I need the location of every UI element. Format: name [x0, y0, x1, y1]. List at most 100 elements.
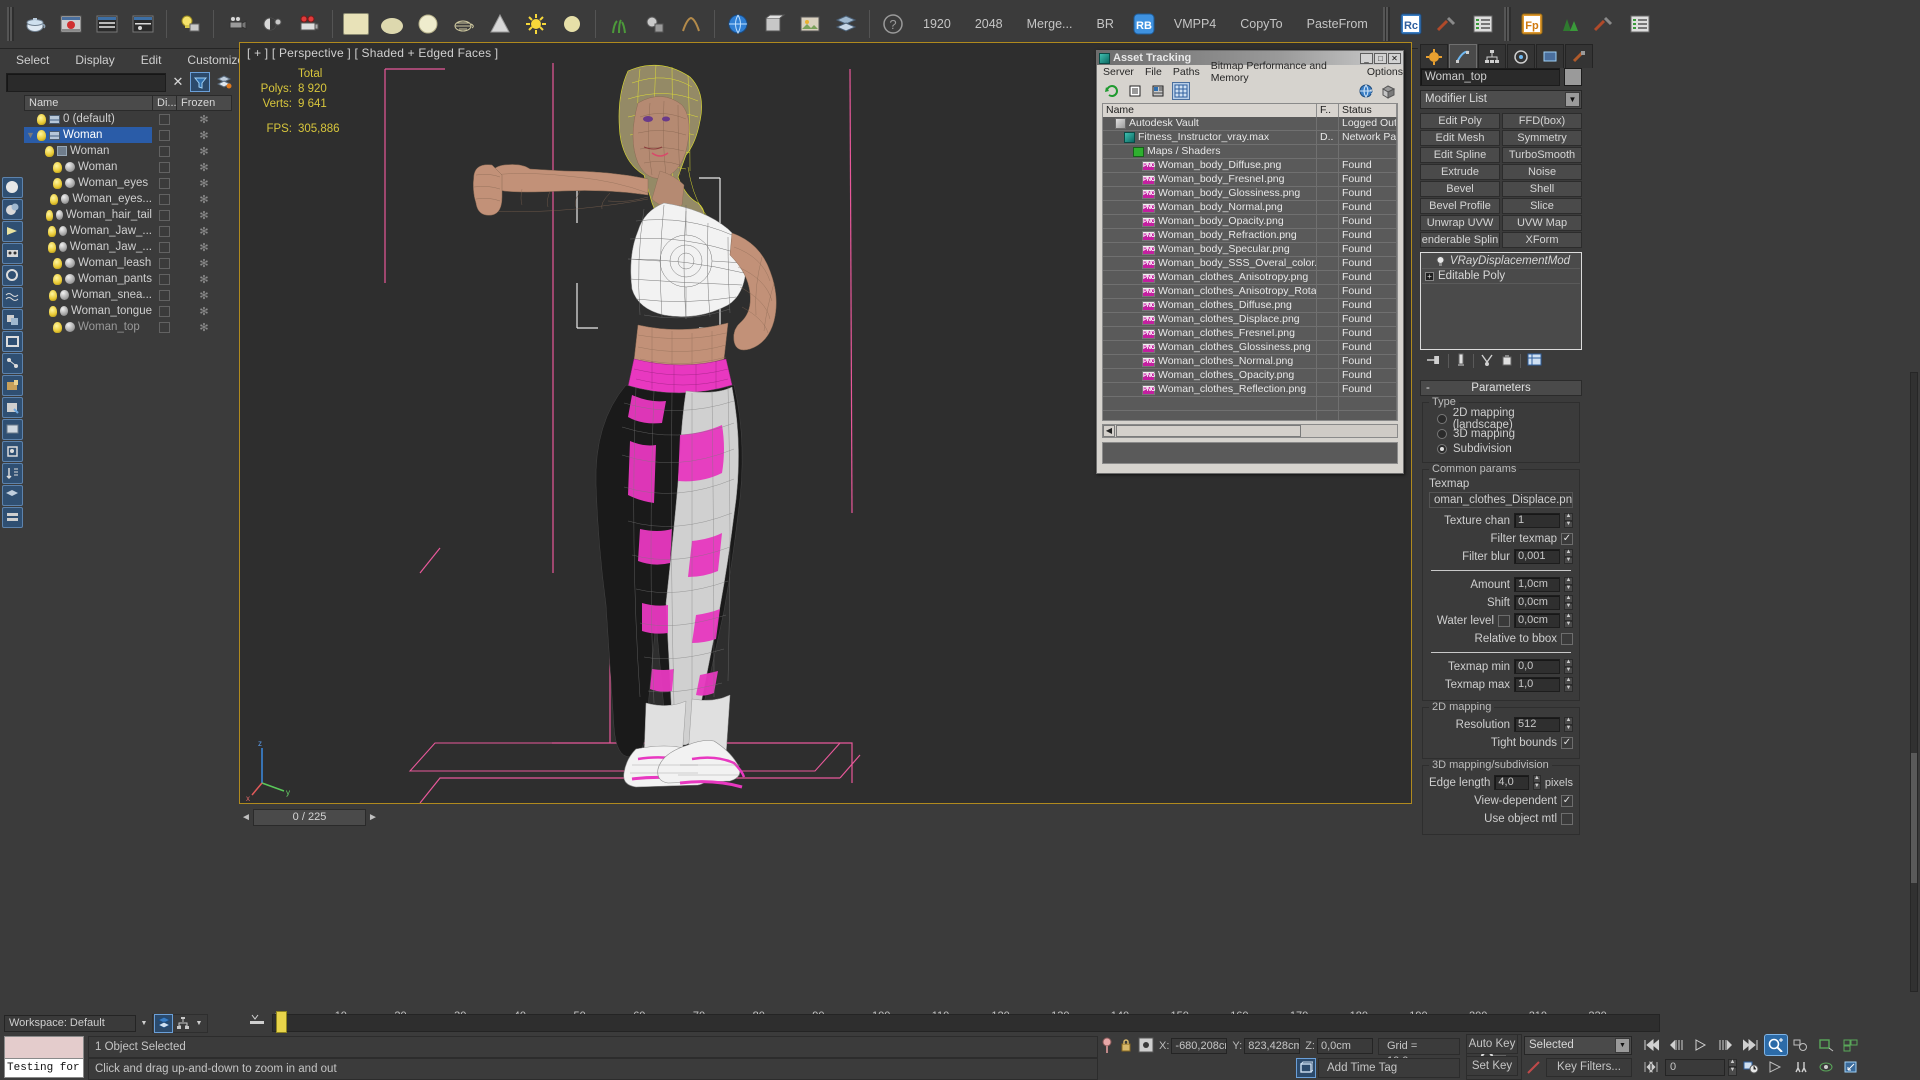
maximize-viewport-icon[interactable] [1840, 1057, 1862, 1077]
menu-customize[interactable]: Customize [187, 53, 244, 67]
water-level-spinner[interactable]: ▲ ▼ [1564, 613, 1573, 628]
modifier-button-symmetry[interactable]: Symmetry [1502, 130, 1582, 146]
absolute-relative-mode-icon[interactable] [1138, 1037, 1154, 1056]
object-color-swatch[interactable] [1564, 68, 1582, 86]
chevron-down-icon[interactable]: ▼ [1615, 1038, 1630, 1053]
teapot-mesh-icon[interactable] [447, 7, 481, 41]
display-cell[interactable] [152, 159, 176, 175]
light-bulb-icon[interactable] [53, 177, 62, 189]
asset-column-name[interactable]: Name [1103, 104, 1317, 117]
workspace-chevron-down-icon[interactable]: ▼ [138, 1015, 150, 1032]
asset-row-8[interactable]: PNG Woman_body_Refraction.png Found [1103, 229, 1397, 243]
remove-modifier-icon[interactable] [1500, 353, 1514, 370]
expand-plus-icon[interactable]: + [1425, 271, 1434, 281]
render-region-icon[interactable] [638, 7, 672, 41]
earth-render-icon[interactable] [721, 7, 755, 41]
stack-item-vraydisplacement[interactable]: VRayDisplacementMod [1422, 254, 1580, 269]
box-shade-icon[interactable] [757, 7, 791, 41]
column-display[interactable]: Di... [152, 95, 177, 111]
time-slider[interactable]: 0 / 225 [253, 808, 366, 826]
maxscript-listener[interactable]: Testing for ; [4, 1036, 84, 1078]
layer-tools-chevron-icon[interactable]: ▼ [193, 1015, 205, 1032]
shift-spinner[interactable]: ▲ ▼ [1564, 595, 1573, 610]
close-button[interactable]: ✕ [1388, 52, 1401, 64]
modifier-button-xform[interactable]: XForm [1502, 232, 1582, 248]
frozen-cell[interactable]: ✻ [176, 255, 232, 271]
trees-icon[interactable] [1551, 7, 1585, 41]
x-input[interactable]: -680,208cm [1171, 1038, 1228, 1054]
asset-column-status[interactable]: Status [1339, 104, 1397, 117]
layers-icon[interactable] [829, 7, 863, 41]
scene-explorer-list[interactable]: 0 (default) ✻ ▼ Woman ✻ Woman ✻ Woman ✻ Woman_eye… [24, 111, 232, 335]
menu-display[interactable]: Display [75, 53, 114, 67]
scene-row-0[interactable]: 0 (default) ✻ [24, 111, 232, 127]
asset-tracking-grid[interactable]: Name F.. Status Autodesk Vault Logged Out… [1102, 103, 1398, 421]
wrench-hammer-icon-2[interactable] [1587, 7, 1621, 41]
modifier-button-enderable-splin[interactable]: enderable Splin [1420, 232, 1500, 248]
display-cell[interactable] [152, 287, 176, 303]
toolbar-grip-3[interactable] [1503, 7, 1511, 41]
cone-icon[interactable] [483, 7, 517, 41]
maxscript-output-pane[interactable] [4, 1036, 84, 1058]
teapot-icon[interactable] [18, 7, 52, 41]
toolbar-label-vmpp4[interactable]: VMPP4 [1162, 7, 1228, 41]
set-key-toggle-icon[interactable] [1524, 1058, 1544, 1077]
texmap-max-input[interactable]: 1,0 [1514, 677, 1560, 692]
current-frame-spinner[interactable]: ▲ ▼ [1728, 1058, 1737, 1076]
frozen-cell[interactable]: ✻ [176, 159, 232, 175]
toolbar-label-pastefrom[interactable]: PasteFrom [1295, 7, 1380, 41]
display-cell[interactable] [152, 143, 176, 159]
select-by-name-icon[interactable] [2, 199, 23, 220]
asset-row-3[interactable]: PNG Woman_body_Diffuse.png Found [1103, 159, 1397, 173]
maximize-button[interactable]: □ [1374, 52, 1387, 64]
orbit-view-icon[interactable] [1815, 1057, 1837, 1077]
amount-input[interactable]: 1,0cm [1514, 577, 1560, 592]
minimize-button[interactable]: _ [1360, 52, 1373, 64]
next-frame-icon[interactable] [1715, 1035, 1737, 1055]
frozen-cell[interactable]: ✻ [176, 303, 232, 319]
pin-stack-icon[interactable] [1426, 353, 1442, 370]
resolution-spinner[interactable]: ▲ ▼ [1564, 717, 1573, 732]
asset-row-17[interactable]: PNG Woman_clothes_Normal.png Found [1103, 355, 1397, 369]
filter-blur-input[interactable]: 0,001 [1514, 549, 1560, 564]
frozen-cell[interactable]: ✻ [176, 127, 232, 143]
motion-tab[interactable] [1507, 44, 1535, 68]
frozen-cell[interactable]: ✻ [176, 319, 232, 335]
select-isolate-icon[interactable] [2, 441, 23, 462]
scene-row-12[interactable]: Woman_tongue ✻ [24, 303, 232, 319]
scene-row-13[interactable]: Woman_top ✻ [24, 319, 232, 335]
light-bulb-icon[interactable] [37, 129, 46, 141]
scene-row-9[interactable]: Woman_leash ✻ [24, 255, 232, 271]
search-input[interactable] [6, 72, 166, 92]
grid-view-icon[interactable] [1172, 82, 1190, 100]
light-bulb-icon[interactable] [49, 305, 57, 317]
light-bulb-icon[interactable] [53, 273, 62, 285]
filter-icon[interactable] [190, 72, 210, 92]
help-icon[interactable]: ? [876, 7, 910, 41]
show-end-result-icon[interactable] [1455, 353, 1467, 370]
light-bulb-icon[interactable] [53, 321, 62, 333]
column-frozen[interactable]: Frozen [176, 95, 232, 111]
display-cell[interactable] [152, 319, 176, 335]
rb-badge-icon[interactable]: RB [1127, 7, 1161, 41]
set-key-button[interactable]: Set Key [1466, 1056, 1518, 1076]
menu-edit[interactable]: Edit [141, 53, 162, 67]
texmap-min-spinner[interactable]: ▲ ▼ [1564, 659, 1573, 674]
scene-row-4[interactable]: Woman_eyes ✻ [24, 175, 232, 191]
time-configuration-icon[interactable] [1740, 1057, 1762, 1077]
radio-2d-mapping-landscape[interactable]: 2D mapping (landscape) [1429, 407, 1573, 431]
scene-row-1[interactable]: ▼ Woman ✻ [24, 127, 232, 143]
time-tag-box-icon[interactable] [1296, 1058, 1316, 1078]
select-cameras-icon[interactable] [2, 265, 23, 286]
frozen-cell[interactable]: ✻ [176, 191, 232, 207]
zoom-all-icon[interactable] [1790, 1035, 1812, 1055]
frozen-cell[interactable]: ✻ [176, 143, 232, 159]
amount-spinner[interactable]: ▲ ▼ [1564, 577, 1573, 592]
asset-row-1[interactable]: Fitness_Instructor_vray.max D.. Network Pa… [1103, 131, 1397, 145]
material-editor-icon[interactable] [256, 7, 290, 41]
clear-search-icon[interactable]: ✕ [170, 73, 186, 91]
display-cell[interactable] [152, 111, 176, 127]
workspace-dropdown[interactable]: Workspace: Default [4, 1014, 136, 1032]
key-filters-button[interactable]: Key Filters... [1546, 1058, 1632, 1077]
select-sort-icon[interactable] [2, 463, 23, 484]
